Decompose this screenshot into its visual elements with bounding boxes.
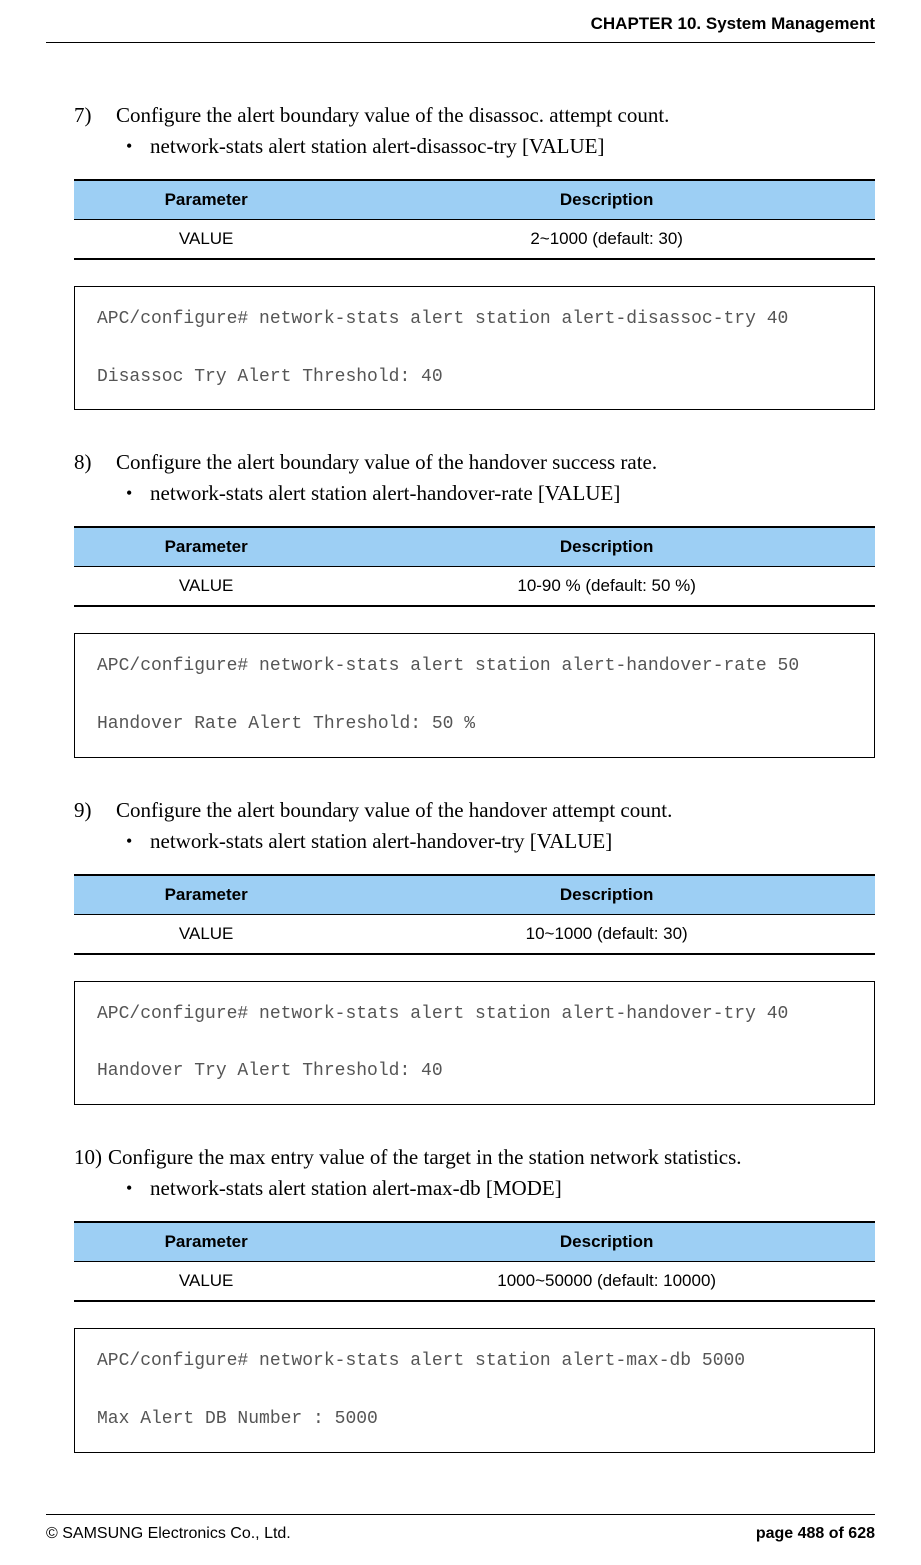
step-text: Configure the max entry value of the tar… bbox=[108, 1145, 875, 1170]
table-header-description: Description bbox=[338, 180, 875, 220]
table-cell-parameter: VALUE bbox=[74, 220, 338, 260]
copyright-text: © SAMSUNG Electronics Co., Ltd. bbox=[46, 1525, 291, 1543]
main-content: 7) Configure the alert boundary value of… bbox=[46, 43, 875, 1453]
table-cell-description: 1000~50000 (default: 10000) bbox=[338, 1262, 875, 1302]
table-cell-parameter: VALUE bbox=[74, 567, 338, 607]
bullet-icon: • bbox=[126, 481, 150, 506]
page-header: CHAPTER 10. System Management bbox=[46, 0, 875, 43]
step-line: 8) Configure the alert boundary value of… bbox=[74, 450, 875, 475]
step-section: 7) Configure the alert boundary value of… bbox=[74, 103, 875, 410]
table-cell-description: 10~1000 (default: 30) bbox=[338, 914, 875, 954]
parameter-table: Parameter Description VALUE 1000~50000 (… bbox=[74, 1221, 875, 1302]
bullet-text: network-stats alert station alert-handov… bbox=[150, 829, 612, 854]
step-text: Configure the alert boundary value of th… bbox=[116, 103, 875, 128]
step-line: 7) Configure the alert boundary value of… bbox=[74, 103, 875, 128]
step-line: 10) Configure the max entry value of the… bbox=[74, 1145, 875, 1170]
bullet-text: network-stats alert station alert-disass… bbox=[150, 134, 604, 159]
step-number: 10) bbox=[74, 1145, 108, 1170]
step-line: 9) Configure the alert boundary value of… bbox=[74, 798, 875, 823]
table-header-description: Description bbox=[338, 1222, 875, 1262]
page-number: page 488 of 628 bbox=[756, 1525, 875, 1543]
page-footer: © SAMSUNG Electronics Co., Ltd. page 488… bbox=[46, 1514, 875, 1543]
table-header-parameter: Parameter bbox=[74, 875, 338, 915]
bullet-text: network-stats alert station alert-handov… bbox=[150, 481, 620, 506]
code-example: APC/configure# network-stats alert stati… bbox=[74, 286, 875, 410]
bullet-icon: • bbox=[126, 829, 150, 854]
step-section: 8) Configure the alert boundary value of… bbox=[74, 450, 875, 757]
step-section: 10) Configure the max entry value of the… bbox=[74, 1145, 875, 1452]
bullet-icon: • bbox=[126, 1176, 150, 1201]
code-example: APC/configure# network-stats alert stati… bbox=[74, 1328, 875, 1452]
table-cell-description: 2~1000 (default: 30) bbox=[338, 220, 875, 260]
step-text: Configure the alert boundary value of th… bbox=[116, 450, 875, 475]
table-cell-parameter: VALUE bbox=[74, 914, 338, 954]
bullet-line: • network-stats alert station alert-disa… bbox=[74, 134, 875, 159]
step-number: 7) bbox=[74, 103, 116, 128]
parameter-table: Parameter Description VALUE 10-90 % (def… bbox=[74, 526, 875, 607]
table-header-parameter: Parameter bbox=[74, 180, 338, 220]
bullet-line: • network-stats alert station alert-max-… bbox=[74, 1176, 875, 1201]
code-example: APC/configure# network-stats alert stati… bbox=[74, 981, 875, 1105]
table-header-description: Description bbox=[338, 875, 875, 915]
parameter-table: Parameter Description VALUE 2~1000 (defa… bbox=[74, 179, 875, 260]
table-header-parameter: Parameter bbox=[74, 527, 338, 567]
step-number: 9) bbox=[74, 798, 116, 823]
table-cell-description: 10-90 % (default: 50 %) bbox=[338, 567, 875, 607]
code-example: APC/configure# network-stats alert stati… bbox=[74, 633, 875, 757]
step-section: 9) Configure the alert boundary value of… bbox=[74, 798, 875, 1105]
table-header-description: Description bbox=[338, 527, 875, 567]
table-header-parameter: Parameter bbox=[74, 1222, 338, 1262]
parameter-table: Parameter Description VALUE 10~1000 (def… bbox=[74, 874, 875, 955]
bullet-line: • network-stats alert station alert-hand… bbox=[74, 829, 875, 854]
bullet-icon: • bbox=[126, 134, 150, 159]
step-text: Configure the alert boundary value of th… bbox=[116, 798, 875, 823]
bullet-line: • network-stats alert station alert-hand… bbox=[74, 481, 875, 506]
bullet-text: network-stats alert station alert-max-db… bbox=[150, 1176, 562, 1201]
step-number: 8) bbox=[74, 450, 116, 475]
table-cell-parameter: VALUE bbox=[74, 1262, 338, 1302]
